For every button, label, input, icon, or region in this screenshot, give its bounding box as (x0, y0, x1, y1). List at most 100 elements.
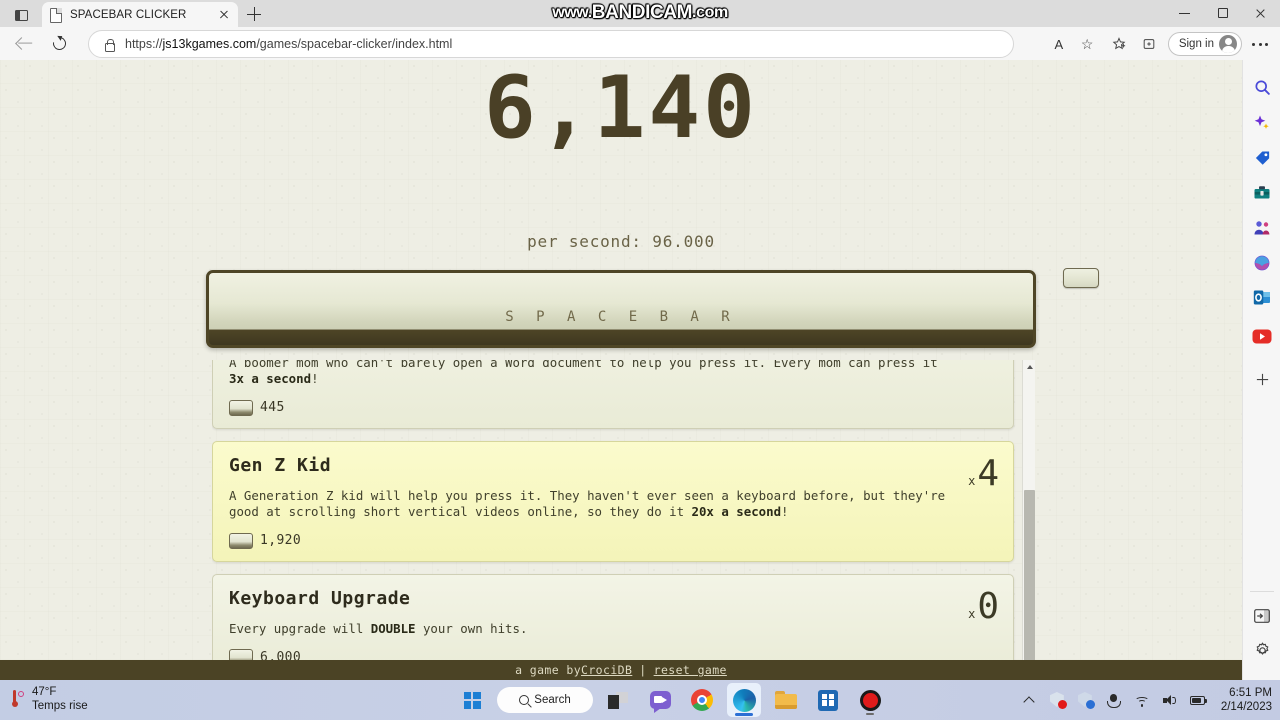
onedrive-sync-icon[interactable] (1077, 691, 1095, 709)
sidebar-item-tools[interactable] (1243, 175, 1280, 210)
upgrades-scrollbar[interactable] (1022, 360, 1035, 680)
volume-icon[interactable] (1161, 691, 1179, 709)
upgrade-title: Keyboard Upgrade (229, 587, 411, 609)
edge-button[interactable] (727, 683, 761, 717)
chat-icon (649, 691, 671, 713)
score-display: 6,140 (484, 60, 758, 158)
microphone-icon[interactable] (1105, 691, 1123, 709)
close-icon[interactable] (216, 7, 232, 23)
task-view-icon (608, 691, 628, 709)
tab-strip: SPACEBAR CLICKER www. BANDICAM .com (0, 0, 1280, 27)
sidebar-item-search[interactable] (1243, 70, 1280, 105)
star-icon: ☆ (1080, 36, 1094, 52)
sidebar-panel-toggle[interactable] (1243, 598, 1280, 633)
window-controls (1166, 0, 1280, 27)
read-aloud-button[interactable]: A (1044, 30, 1074, 58)
windows-security-icon[interactable] (1049, 691, 1067, 709)
desc-post: ! (311, 370, 319, 386)
weather-widget[interactable]: 47°F Temps rise (10, 684, 88, 714)
favorites-icon (1112, 37, 1126, 50)
spacebar-label: S P A C E B A R (505, 309, 737, 325)
file-explorer-button[interactable] (769, 683, 803, 717)
upgrade-description: A Generation Z kid will help you press i… (229, 488, 949, 520)
search-label: Search (534, 694, 571, 706)
lock-icon (101, 36, 117, 52)
favorites-button[interactable] (1104, 30, 1134, 58)
desc-bold: 20x a second (691, 503, 782, 519)
youtube-icon (1252, 329, 1272, 344)
browser-tab[interactable]: SPACEBAR CLICKER (42, 2, 238, 27)
bandicam-button[interactable] (853, 683, 887, 717)
url-domain: js13kgames.com (162, 37, 257, 51)
minimize-button[interactable] (1166, 0, 1204, 27)
edge-sidebar (1242, 60, 1280, 680)
sidebar-bottom-group (1243, 585, 1280, 668)
url-path: /games/spacebar-clicker/index.html (256, 37, 453, 51)
games-people-icon (1254, 220, 1270, 234)
spacebar-button[interactable]: S P A C E B A R (206, 270, 1036, 348)
battery-icon[interactable] (1189, 691, 1208, 709)
start-button[interactable] (455, 683, 489, 717)
show-hidden-icons-button[interactable] (1021, 691, 1039, 709)
maximize-button[interactable] (1204, 0, 1242, 27)
upgrade-card-boomer-mom[interactable]: Boomer Mom A boomer mom who can't barely… (212, 360, 1014, 429)
reset-game-link[interactable]: reset game (654, 663, 727, 677)
avatar (1219, 35, 1237, 53)
chat-button[interactable] (643, 683, 677, 717)
address-bar[interactable]: https://js13kgames.com/games/spacebar-cl… (88, 30, 1014, 58)
close-window-button[interactable] (1242, 0, 1280, 27)
office-icon (1254, 255, 1270, 270)
sidebar-item-shopping[interactable] (1243, 140, 1280, 175)
add-icon (1256, 373, 1268, 386)
microsoft-store-button[interactable] (811, 683, 845, 717)
panel-toggle-icon (1254, 608, 1270, 623)
sidebar-item-add[interactable] (1243, 362, 1280, 397)
per-second-label: per second: 96.000 (527, 232, 715, 251)
footer-separator: | (639, 663, 647, 677)
upgrade-price: 445 (229, 399, 997, 416)
count-prefix: x (968, 606, 976, 621)
author-link[interactable]: CrociDB (581, 663, 632, 677)
settings-gear-icon (1256, 642, 1268, 655)
tab-actions-button[interactable] (8, 4, 34, 26)
upgrade-description: Every upgrade will DOUBLE your own hits. (229, 621, 949, 637)
upgrade-count: x 0 (968, 585, 999, 627)
count-prefix: x (968, 473, 976, 488)
bandicam-watermark: www. BANDICAM .com (530, 2, 750, 23)
sidebar-item-office[interactable] (1243, 245, 1280, 280)
search-icon (1254, 80, 1270, 95)
chrome-button[interactable] (685, 683, 719, 717)
collections-button[interactable] (1134, 30, 1164, 58)
count-value: 4 (977, 452, 999, 494)
sidebar-item-outlook[interactable] (1243, 280, 1280, 315)
sign-in-button[interactable]: Sign in (1167, 32, 1242, 56)
system-tray: 6:51 PM 2/14/2023 (1021, 680, 1272, 720)
upgrade-card-gen-z-kid[interactable]: Gen Z Kid A Generation Z kid will help y… (212, 440, 1014, 562)
back-button[interactable] (6, 30, 38, 58)
chrome-icon (691, 689, 713, 711)
clock[interactable]: 6:51 PM 2/14/2023 (1221, 686, 1272, 715)
folder-icon (775, 691, 797, 709)
sidebar-settings[interactable] (1243, 633, 1280, 668)
sign-in-label: Sign in (1178, 38, 1214, 50)
page-icon (48, 7, 63, 23)
add-favorite-button[interactable]: ☆ (1074, 30, 1104, 58)
toolbar-right-actions: A ☆ Sign in (1044, 30, 1274, 58)
desc-pre: A Generation Z kid will help you press i… (229, 487, 946, 519)
sidebar-item-youtube[interactable] (1243, 319, 1280, 354)
taskbar-search-button[interactable]: Search (497, 687, 593, 713)
sidebar-item-games[interactable] (1243, 210, 1280, 245)
scroll-up-arrow-icon[interactable] (1023, 360, 1036, 372)
reload-button[interactable] (44, 30, 76, 58)
browser-chrome: SPACEBAR CLICKER www. BANDICAM .com https:… (0, 0, 1280, 60)
wifi-icon[interactable] (1133, 691, 1151, 709)
new-tab-button[interactable] (244, 4, 264, 24)
scrollbar-thumb[interactable] (1024, 490, 1035, 680)
sidebar-item-copilot[interactable] (1243, 105, 1280, 140)
desc-bold: 3x a second (229, 370, 312, 386)
count-value: 0 (977, 585, 999, 627)
url-text: https://js13kgames.com/games/spacebar-cl… (125, 37, 452, 51)
search-icon (519, 695, 530, 705)
task-view-button[interactable] (601, 683, 635, 717)
settings-and-more-button[interactable] (1246, 30, 1274, 58)
